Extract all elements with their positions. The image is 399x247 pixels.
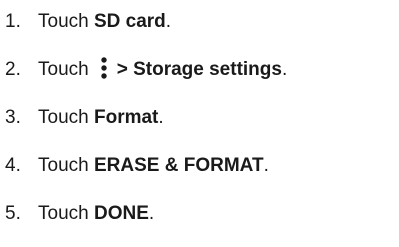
- step-1: 1. Touch SD card.: [5, 7, 171, 37]
- step-5: 5. Touch DONE.: [5, 199, 154, 229]
- step-separator: >: [116, 59, 128, 80]
- step-end: .: [281, 59, 288, 80]
- kebab-menu-icon: [101, 57, 107, 79]
- step-number: 4.: [5, 155, 21, 176]
- step-verb: Touch: [38, 59, 89, 80]
- step-verb: Touch: [38, 203, 89, 224]
- step-end: .: [158, 107, 164, 128]
- step-number: 5.: [5, 203, 21, 224]
- step-number: 1.: [5, 11, 21, 32]
- step-verb: Touch: [38, 11, 89, 32]
- step-4: 4. Touch ERASE & FORMAT.: [5, 151, 269, 181]
- step-verb: Touch: [38, 155, 89, 176]
- step-end: .: [165, 11, 172, 32]
- step-number: 3.: [5, 107, 21, 128]
- step-target: Format: [93, 107, 159, 128]
- step-end: .: [263, 155, 269, 176]
- step-number: 2.: [5, 59, 21, 80]
- step-verb: Touch: [38, 107, 89, 128]
- step-target: DONE: [93, 203, 149, 224]
- step-end: .: [148, 203, 155, 224]
- step-target: Storage settings: [133, 59, 282, 80]
- step-target: SD card: [93, 11, 166, 32]
- step-2: 2. Touch > Storage settings.: [5, 55, 287, 85]
- step-target: ERASE & FORMAT: [93, 155, 264, 176]
- step-3: 3. Touch Format.: [5, 103, 164, 133]
